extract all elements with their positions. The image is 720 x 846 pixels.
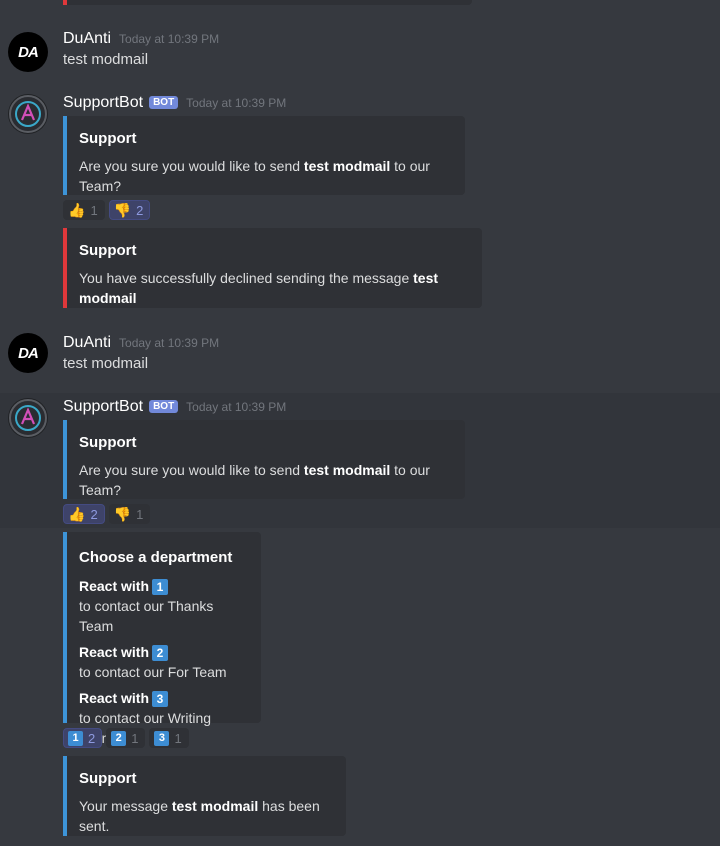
department-reaction-bar: 1 2 2 1 3 1 bbox=[63, 728, 189, 748]
username[interactable]: DuAnti bbox=[63, 30, 111, 48]
previous-embed-edge bbox=[63, 0, 472, 5]
reaction-count: 1 bbox=[174, 730, 182, 746]
reaction-thumbs-up[interactable]: 👍 1 bbox=[63, 200, 105, 220]
bot-tag: BOT bbox=[149, 400, 179, 413]
avatar[interactable]: DA bbox=[8, 333, 48, 373]
reaction-count: 2 bbox=[90, 506, 98, 522]
reaction-thumbs-down[interactable]: 👎 2 bbox=[108, 200, 151, 220]
keycap-1-icon: 1 bbox=[152, 579, 169, 596]
message-header: DuAnti Today at 10:39 PM bbox=[63, 30, 219, 48]
reaction-count: 2 bbox=[136, 202, 144, 218]
embed-department: Choose a department React with 1 to conta… bbox=[63, 532, 261, 746]
department-option-1: React with 1 to contact our Thanks Team bbox=[79, 578, 214, 634]
reaction-count: 1 bbox=[90, 202, 98, 218]
timestamp: Today at 10:39 PM bbox=[186, 400, 287, 414]
department-option-2: React with 2 to contact our For Team bbox=[79, 644, 227, 680]
embed-description: Are you sure you would like to send test… bbox=[79, 158, 430, 194]
embed-description: You have successfully declined sending t… bbox=[79, 270, 439, 306]
thumbs-up-icon: 👍 bbox=[68, 202, 86, 218]
avatar[interactable] bbox=[8, 398, 48, 438]
bot-logo-icon bbox=[9, 95, 47, 133]
timestamp: Today at 10:39 PM bbox=[119, 32, 220, 46]
reaction-keycap-2[interactable]: 2 1 bbox=[106, 728, 146, 748]
bot-logo-icon bbox=[9, 399, 47, 437]
reaction-keycap-1[interactable]: 1 2 bbox=[63, 728, 103, 748]
message-duanti-1: DA DuAnti Today at 10:39 PM test modmail bbox=[0, 28, 720, 78]
username[interactable]: SupportBot bbox=[63, 398, 143, 416]
message-supportbot-1: SupportBot BOT Today at 10:39 PM Support… bbox=[0, 90, 720, 315]
message-text: test modmail bbox=[63, 355, 149, 372]
reaction-thumbs-down[interactable]: 👎 1 bbox=[108, 504, 151, 524]
username[interactable]: DuAnti bbox=[63, 334, 111, 352]
timestamp: Today at 10:39 PM bbox=[186, 96, 287, 110]
message-supportbot-2: SupportBot BOT Today at 10:39 PM Support… bbox=[0, 393, 720, 528]
message-header: SupportBot BOT Today at 10:39 PM bbox=[63, 94, 286, 112]
reaction-bar: 👍 2 👎 1 bbox=[63, 504, 151, 524]
message-text: test modmail bbox=[63, 51, 149, 68]
keycap-3-icon: 3 bbox=[154, 730, 170, 746]
reaction-count: 1 bbox=[131, 730, 139, 746]
embed-description: Your message test modmail has been sent. bbox=[79, 798, 320, 834]
thumbs-down-icon: 👎 bbox=[113, 202, 132, 218]
embed-confirm: Support Are you sure you would like to s… bbox=[63, 116, 465, 195]
embed-confirm: Support Are you sure you would like to s… bbox=[63, 420, 465, 499]
reaction-bar: 👍 1 👎 2 bbox=[63, 200, 151, 220]
embed-title: Support bbox=[79, 242, 137, 259]
timestamp: Today at 10:39 PM bbox=[119, 336, 220, 350]
message-header: SupportBot BOT Today at 10:39 PM bbox=[63, 398, 286, 416]
bot-tag: BOT bbox=[149, 96, 179, 109]
embed-title: Support bbox=[79, 434, 137, 451]
reaction-count: 1 bbox=[136, 506, 144, 522]
keycap-3-icon: 3 bbox=[152, 691, 169, 708]
avatar[interactable]: DA bbox=[8, 32, 48, 72]
keycap-1-icon: 1 bbox=[68, 730, 83, 746]
embed-description: Are you sure you would like to send test… bbox=[79, 462, 430, 498]
message-duanti-2: DA DuAnti Today at 10:39 PM test modmail bbox=[0, 332, 720, 382]
embed-sent: Support Your message test modmail has be… bbox=[63, 756, 346, 836]
reaction-keycap-3[interactable]: 3 1 bbox=[149, 728, 189, 748]
reaction-thumbs-up[interactable]: 👍 2 bbox=[63, 504, 105, 524]
keycap-2-icon: 2 bbox=[152, 645, 169, 662]
embed-title: Support bbox=[79, 130, 137, 147]
thumbs-down-icon: 👎 bbox=[113, 506, 132, 522]
embed-title: Choose a department bbox=[79, 549, 233, 566]
keycap-2-icon: 2 bbox=[111, 730, 127, 746]
reaction-count: 2 bbox=[88, 730, 96, 746]
avatar[interactable] bbox=[8, 94, 48, 134]
embed-declined: Support You have successfully declined s… bbox=[63, 228, 482, 308]
embed-title: Support bbox=[79, 770, 137, 787]
username[interactable]: SupportBot bbox=[63, 94, 143, 112]
message-header: DuAnti Today at 10:39 PM bbox=[63, 334, 219, 352]
thumbs-up-icon: 👍 bbox=[68, 506, 86, 522]
